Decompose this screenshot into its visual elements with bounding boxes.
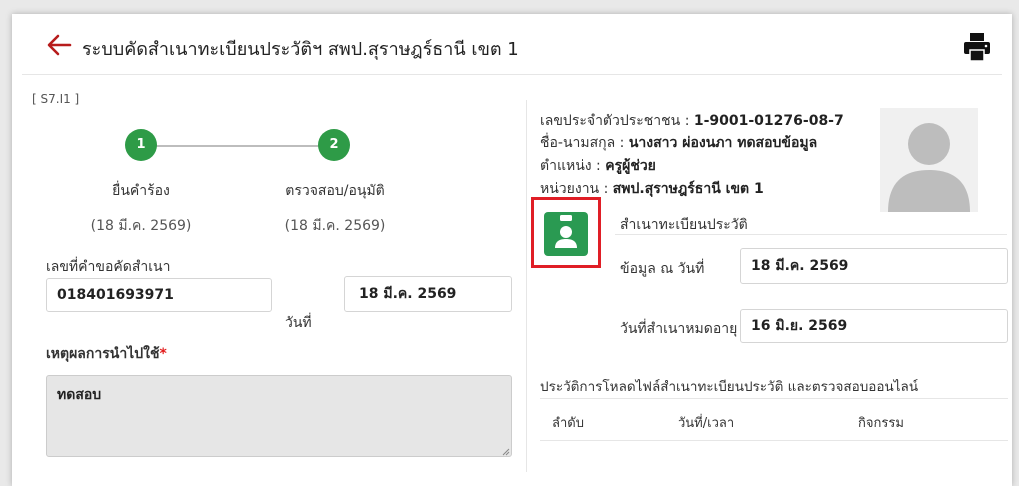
step-1-label: ยื่นคำร้อง: [112, 183, 170, 199]
required-asterisk: *: [159, 346, 167, 362]
record-title: สำเนาทะเบียนประวัติ: [620, 217, 748, 233]
profile-id-value: 1-9001-01276-08-7: [693, 113, 844, 129]
request-date-label: วันที่: [285, 315, 312, 331]
header-divider: [22, 74, 1002, 75]
history-title: ประวัติการโหลดไฟล์สำเนาทะเบียนประวัติ แล…: [540, 379, 919, 395]
user-placeholder-icon: [888, 123, 970, 212]
step-1-date: (18 มี.ค. 2569): [90, 218, 192, 234]
data-date-input[interactable]: 18 มี.ค. 2569: [740, 248, 1008, 284]
resize-handle-icon[interactable]: [500, 446, 510, 456]
step-2-label: ตรวจสอบ/อนุมัติ: [285, 183, 385, 199]
data-date-label: ข้อมูล ณ วันที่: [620, 261, 705, 277]
history-col-activity: กิจกรรม: [858, 416, 904, 431]
column-divider: [526, 100, 527, 472]
expire-date-input[interactable]: 16 มิ.ย. 2569: [740, 309, 1008, 343]
step-2-circle: 2: [318, 129, 350, 161]
printer-icon[interactable]: [962, 30, 992, 64]
profile-name-value: นางสาว ผ่องนภา ทดสอบข้อมูล: [628, 135, 818, 151]
profile-position-label: ตำแหน่ง :: [540, 158, 606, 174]
request-date-value: 18 มี.ค. 2569: [359, 286, 457, 302]
reason-textarea[interactable]: ทดสอบ: [46, 375, 512, 457]
reason-value: ทดสอบ: [57, 387, 102, 403]
id-badge-icon[interactable]: [544, 212, 588, 256]
expire-date-value: 16 มิ.ย. 2569: [751, 318, 848, 334]
history-header-underline: [540, 440, 1008, 441]
profile-id-label: เลขประจำตัวประชาชน :: [540, 113, 694, 129]
step-connector: [141, 145, 334, 147]
screen-code: [ S7.I1 ]: [32, 92, 80, 106]
step-1-circle: 1: [125, 129, 157, 161]
request-number-value: 018401693971: [57, 287, 174, 303]
reason-label: เหตุผลการนำไปใช้*: [46, 343, 167, 365]
profile-position: ตำแหน่ง : ครูผู้ช่วย: [540, 155, 656, 177]
reason-label-text: เหตุผลการนำไปใช้: [46, 346, 160, 362]
history-col-order: ลำดับ: [552, 416, 584, 431]
step-2-date: (18 มี.ค. 2569): [284, 218, 386, 234]
profile-unit-value: สพป.สุราษฎร์ธานี เขต 1: [612, 181, 764, 197]
history-divider: [540, 398, 1008, 399]
page-title: ระบบคัดสำเนาทะเบียนประวัติฯ สพป.สุราษฎร์…: [82, 39, 519, 60]
profile-name-label: ชื่อ-นามสกุล :: [540, 135, 629, 151]
history-col-datetime: วันที่/เวลา: [678, 416, 735, 431]
profile-id: เลขประจำตัวประชาชน : 1-9001-01276-08-7: [540, 110, 844, 132]
request-number-input[interactable]: 018401693971: [46, 278, 272, 312]
profile-name: ชื่อ-นามสกุล : นางสาว ผ่องนภา ทดสอบข้อมู…: [540, 132, 817, 154]
data-date-value: 18 มี.ค. 2569: [751, 258, 849, 274]
profile-unit-label: หน่วยงาน :: [540, 181, 613, 197]
request-date-input[interactable]: 18 มี.ค. 2569: [344, 276, 512, 312]
request-number-label: เลขที่คำขอคัดสำเนา: [46, 259, 171, 275]
expire-date-label: วันที่สำเนาหมดอายุ: [620, 321, 738, 337]
back-arrow-icon[interactable]: [42, 30, 76, 60]
avatar: [880, 108, 978, 212]
record-divider: [615, 234, 1007, 235]
profile-position-value: ครูผู้ช่วย: [605, 158, 656, 174]
